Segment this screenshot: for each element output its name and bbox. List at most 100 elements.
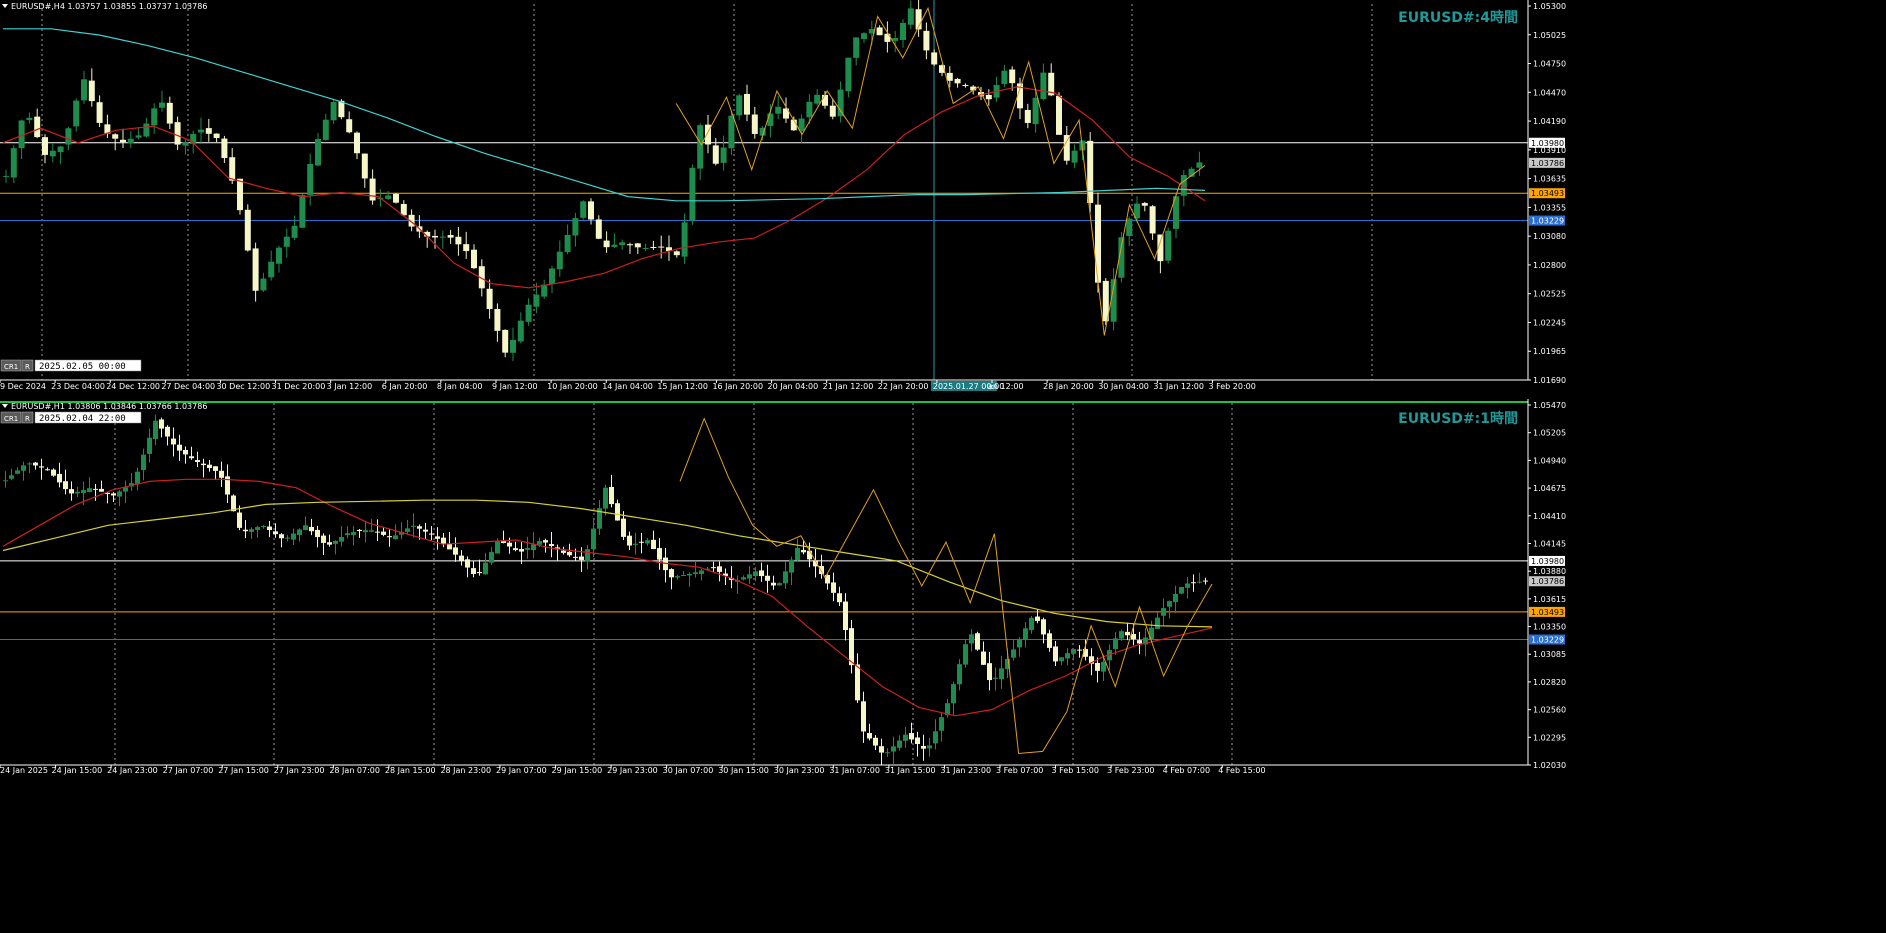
candle-body (775, 106, 782, 114)
candle-body (221, 138, 228, 158)
candle-body (1041, 619, 1046, 635)
time-tick-label: 27 Jan 07:00 (163, 766, 214, 775)
time-tick-label: 3 Feb 15:00 (1052, 766, 1099, 775)
collapse-triangle-icon[interactable] (2, 404, 8, 408)
candle-body (1024, 109, 1031, 123)
price-tick-label: 1.04940 (1533, 456, 1566, 465)
candle-body (459, 555, 464, 562)
candle-body (1040, 72, 1047, 100)
time-tick-label: 9 Jan 12:00 (492, 382, 538, 391)
time-tick-label: 24 Jan 2025 (0, 766, 48, 775)
candle-body (361, 153, 368, 179)
price-tick-label: 1.03350 (1533, 623, 1566, 632)
collapse-triangle-icon[interactable] (2, 4, 8, 8)
candle-body (549, 544, 554, 547)
candle-body (135, 135, 142, 138)
candle-body (117, 491, 122, 497)
candle-body (849, 628, 854, 666)
candle-body (639, 541, 644, 543)
candle-body (753, 571, 758, 577)
candle-body (495, 541, 500, 554)
candle-body (291, 533, 296, 540)
candle-body (603, 240, 610, 248)
candle-body (249, 529, 254, 532)
candle-body (567, 551, 572, 556)
price-tag-label: 1.03980 (1531, 139, 1564, 148)
time-tick-label: 24 Jan 23:00 (107, 766, 158, 775)
time-tick-label: 30 Jan 04:00 (1098, 382, 1149, 391)
candle-body (283, 236, 290, 247)
candle-body (400, 203, 407, 216)
candle-body (907, 8, 914, 25)
candle-body (962, 85, 969, 87)
candle-body (439, 236, 446, 238)
candle-body (141, 454, 146, 471)
candle-body (1063, 135, 1070, 161)
cr1-button-label: CR1 (4, 415, 18, 423)
candle-body (1071, 649, 1076, 654)
candle-body (307, 164, 314, 195)
candle-body (634, 243, 641, 248)
price-tick-label: 1.02820 (1533, 678, 1566, 687)
candle-body (1035, 616, 1040, 621)
candle-body (807, 550, 812, 560)
candle-body (213, 133, 220, 138)
time-tick-label: 30 Jan 15:00 (718, 766, 769, 775)
price-tick-label: 1.05470 (1533, 401, 1566, 410)
price-tag-label: 1.03229 (1531, 217, 1564, 226)
candle-body (1203, 580, 1208, 582)
candle-body (1053, 646, 1058, 662)
price-tick-label: 1.04410 (1533, 512, 1566, 521)
price-tag-label: 1.03493 (1531, 608, 1564, 617)
date-input-value: 2025.02.04 22:00 (39, 414, 126, 424)
candle-body (1137, 640, 1142, 644)
chart-canvas[interactable]: 1.05300 1.05025 1.04750 1.04470 1.04190 1.039… (0, 0, 1886, 933)
candle-body (603, 487, 608, 509)
price-tick-label: 1.04470 (1533, 88, 1566, 97)
r-button-label: R (25, 415, 30, 423)
candle-body (801, 549, 806, 553)
candle-body (771, 582, 776, 586)
candle-body (285, 537, 290, 539)
time-tick-label: 29 Jan 23:00 (607, 766, 658, 775)
candle-body (174, 122, 181, 145)
candle-body (1155, 617, 1160, 629)
candle-body (975, 633, 980, 650)
price-tick-label: 1.01965 (1533, 347, 1566, 356)
candle-body (736, 95, 743, 116)
time-tick-label: 31 Jan 12:00 (1153, 382, 1204, 391)
candle-body (814, 94, 821, 104)
candle-body (309, 526, 314, 532)
candle-body (65, 128, 72, 145)
candle-body (777, 583, 782, 586)
candle-body (861, 33, 867, 40)
candle-body (417, 526, 422, 529)
candle-body (10, 148, 17, 178)
candle-body (303, 525, 308, 530)
candle-body (673, 251, 680, 256)
candle-body (346, 119, 353, 133)
candle-body (405, 528, 410, 532)
candle-body (357, 529, 362, 532)
candle-body (892, 38, 899, 41)
candle-body (765, 575, 770, 581)
candle-body (268, 261, 275, 278)
candle-body (783, 571, 788, 584)
price-tick-label: 1.02295 (1533, 733, 1566, 742)
candle-body (767, 113, 774, 127)
candle-body (411, 525, 416, 527)
time-tick-label: 4 Feb 07:00 (1163, 766, 1210, 775)
candle-body (633, 543, 638, 545)
price-tick-label: 1.01690 (1533, 376, 1566, 385)
candle-body (255, 527, 260, 530)
candle-body (1126, 218, 1133, 237)
price-tick-label: 1.03615 (1533, 595, 1566, 604)
candle-body (741, 577, 746, 580)
candle-body (135, 471, 140, 484)
price-tick-label: 1.03880 (1533, 567, 1566, 576)
candle-body (3, 480, 8, 482)
candle-body (517, 320, 524, 342)
candle-body (712, 145, 719, 164)
candle-body (299, 195, 306, 228)
candle-body (879, 746, 884, 753)
